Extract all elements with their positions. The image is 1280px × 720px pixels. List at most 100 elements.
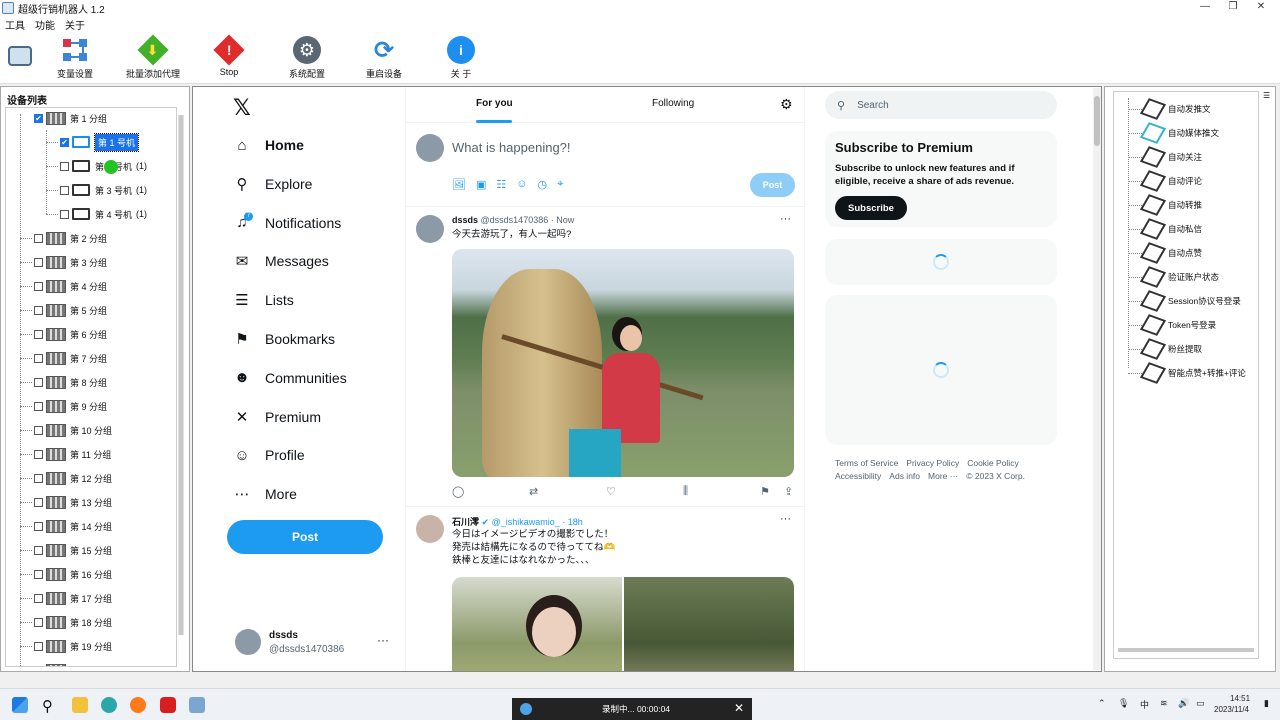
microphone-icon[interactable]: 🎙 [1118, 698, 1129, 709]
nav-messages[interactable]: ✉ Messages [233, 248, 329, 274]
edge-icon[interactable] [101, 697, 117, 713]
group-checkbox[interactable] [34, 449, 43, 459]
batch-proxy-button[interactable]: ⬇ 批量添加代理 [118, 34, 188, 80]
tree-device[interactable]: 第 3 号机 (1) [60, 182, 147, 198]
timeline-settings-icon[interactable]: ⚙ [780, 96, 793, 113]
tweet[interactable]: 石川澪 ✔ @_ishikawamio_ · 18h ··· 今日はイメージビデ… [406, 507, 806, 671]
chevron-up-icon[interactable]: ⌃ [1098, 698, 1106, 709]
menu-tools[interactable]: 工具 [0, 16, 30, 32]
robot-app-icon[interactable] [189, 697, 205, 713]
device-checkbox[interactable] [60, 209, 69, 219]
tweet-more-icon[interactable]: ··· [780, 513, 791, 525]
location-icon[interactable]: ⌖ [557, 178, 563, 191]
group-checkbox[interactable] [34, 257, 43, 267]
function-item[interactable]: 自动评论 [1139, 170, 1202, 192]
nav-bookmarks[interactable]: ⚑ Bookmarks [233, 326, 335, 352]
ime-indicator[interactable]: 中 [1140, 698, 1149, 711]
about-button[interactable]: i 关 于 [426, 36, 496, 80]
maximize-button[interactable]: ❐ [1218, 0, 1248, 14]
tweet-photos[interactable] [452, 577, 794, 671]
clock-date[interactable]: 2023/11/4 [1214, 705, 1249, 714]
nav-more[interactable]: ⋯ More [233, 481, 297, 507]
minimize-button[interactable]: — [1190, 0, 1220, 14]
menu-functions[interactable]: 功能 [30, 16, 60, 32]
group-checkbox[interactable] [34, 617, 43, 627]
function-item[interactable]: 自动私信 [1139, 218, 1202, 240]
tweet-author[interactable]: 石川澪 [452, 517, 479, 527]
system-config-button[interactable]: ⚙ 系统配置 [272, 36, 342, 80]
battery-icon[interactable]: ▭ [1196, 698, 1205, 709]
tweet-author[interactable]: dssds [452, 215, 478, 225]
tree-group[interactable]: 第 5 分组 [34, 302, 107, 318]
media-icon[interactable]: 🖼 [452, 178, 466, 191]
views-icon[interactable]: ⫼ [683, 485, 760, 498]
device-checkbox[interactable] [60, 185, 69, 195]
like-icon[interactable]: ♡ [606, 485, 683, 498]
nav-profile[interactable]: ☺ Profile [233, 442, 304, 468]
close-icon[interactable]: ✕ [734, 701, 744, 715]
group-checkbox[interactable] [34, 305, 43, 315]
nav-premium[interactable]: ✕ Premium [233, 404, 321, 430]
tweet-avatar[interactable] [416, 215, 444, 243]
tweet-avatar[interactable] [416, 515, 444, 543]
function-item[interactable]: 自动媒体推文 [1139, 122, 1219, 144]
wifi-icon[interactable]: ≋ [1160, 698, 1168, 709]
tree-group[interactable]: 第 16 分组 [34, 566, 112, 582]
function-item[interactable]: 自动关注 [1139, 146, 1202, 168]
group-checkbox[interactable]: ✔ [34, 113, 43, 123]
nav-explore[interactable]: ⚲ Explore [233, 171, 313, 197]
footer-link[interactable]: Accessibility [835, 471, 881, 481]
account-switcher[interactable]: dssds @dssds1470386 ··· [233, 629, 403, 661]
nav-home[interactable]: ⌂ Home [233, 132, 303, 158]
close-button[interactable]: ✕ [1246, 0, 1276, 14]
search-icon[interactable]: ⚲ [42, 697, 58, 715]
tweet[interactable]: dssds @dssds1470386 · Now ··· 今天去游玩了，有人一… [406, 207, 806, 507]
group-checkbox[interactable] [34, 665, 43, 666]
tree-device[interactable]: ✔ 第 1 号机 [60, 132, 142, 152]
tree-group[interactable]: 第 11 分组 [34, 446, 111, 462]
footer-link[interactable]: More ··· [928, 471, 958, 481]
nav-communities[interactable]: ☻ Communities [233, 365, 347, 391]
subscribe-button[interactable]: Subscribe [835, 196, 907, 220]
restart-device-button[interactable]: ⟳ 重启设备 [349, 36, 419, 80]
function-item[interactable]: 验证账户状态 [1139, 266, 1219, 288]
tree-group[interactable]: 第 3 分组 [34, 254, 107, 270]
compose-post-button[interactable]: Post [750, 173, 795, 197]
tree-group[interactable]: 第 4 分组 [34, 278, 107, 294]
schedule-icon[interactable]: ◷ [537, 178, 547, 191]
sidebar-post-button[interactable]: Post [227, 520, 383, 554]
tree-group[interactable]: 第 13 分组 [34, 494, 112, 510]
tab-following[interactable]: Following [652, 98, 694, 109]
device-checkbox[interactable]: ✔ [60, 137, 69, 147]
group-checkbox[interactable] [34, 521, 43, 531]
clock-time[interactable]: 14:51 [1230, 694, 1250, 703]
function-item[interactable]: 智能点赞+转推+评论 [1139, 362, 1246, 384]
tree-group[interactable]: 第 7 分组 [34, 350, 107, 366]
tweet-photo[interactable] [624, 577, 794, 671]
function-panel-scroll-icon[interactable]: ☰ [1263, 91, 1271, 121]
tree-group[interactable]: 第 12 分组 [34, 470, 112, 486]
tree-group[interactable]: 第 19 分组 [34, 638, 112, 654]
tree-group[interactable]: 第 6 分组 [34, 326, 107, 342]
tree-group[interactable]: 第 10 分组 [34, 422, 112, 438]
account-more-icon[interactable]: ··· [377, 633, 389, 647]
bookmark-icon[interactable]: ⚑ [760, 485, 784, 498]
file-explorer-icon[interactable] [72, 697, 88, 713]
group-checkbox[interactable] [34, 497, 43, 507]
search-input[interactable]: ⚲ Search [825, 91, 1057, 119]
tree-group[interactable]: 第 15 分组 [34, 542, 112, 558]
tree-group[interactable]: ✔ 第 1 分组 [34, 110, 107, 126]
footer-link[interactable]: Privacy Policy [906, 458, 959, 468]
group-checkbox[interactable] [34, 425, 43, 435]
group-checkbox[interactable] [34, 281, 43, 291]
tree-group[interactable]: 第 2 分组 [34, 230, 107, 246]
retweet-icon[interactable]: ⇄ [529, 485, 606, 498]
volume-icon[interactable]: 🔊 [1178, 698, 1189, 709]
function-item[interactable]: Session协议号登录 [1139, 290, 1241, 312]
tab-for-you[interactable]: For you [476, 98, 513, 109]
function-item[interactable]: 自动发推文 [1139, 98, 1211, 120]
group-checkbox[interactable] [34, 569, 43, 579]
compose-input[interactable]: What is happening?! [452, 140, 571, 155]
group-checkbox[interactable] [34, 329, 43, 339]
tree-device[interactable]: 第 4 号机 (1) [60, 206, 147, 222]
